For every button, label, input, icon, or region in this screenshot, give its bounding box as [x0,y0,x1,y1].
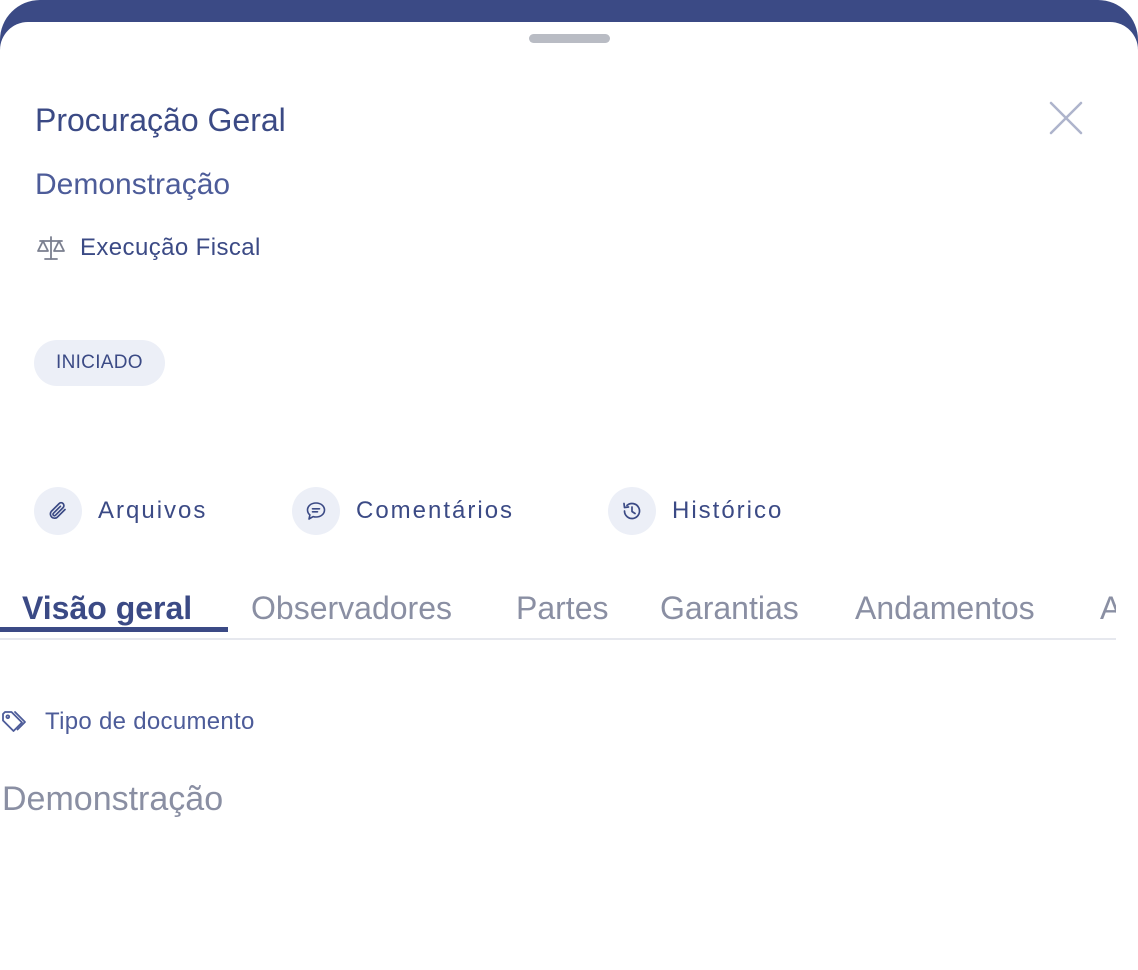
files-button[interactable]: Arquivos [34,486,207,536]
tab-garantias[interactable]: Garantias [660,580,799,636]
document-type-label: Tipo de documento [45,708,255,735]
page-subtitle: Demonstração [35,168,231,201]
history-icon [623,502,641,520]
page-title: Procuração Geral [35,102,286,138]
process-type-label: Execução Fiscal [80,234,261,261]
paperclip-icon [49,501,66,520]
comments-button[interactable]: Comentários [292,486,514,536]
close-icon [1049,101,1083,135]
drag-handle[interactable] [529,34,610,43]
history-button[interactable]: Histórico [608,486,783,536]
tab-andamentos[interactable]: Andamentos [855,580,1035,636]
scales-icon [37,236,65,260]
actions-row: Arquivos Comentários Histórico [0,486,1138,536]
tab-overflow[interactable]: A [1100,580,1116,636]
document-type-field: Tipo de documento [0,706,255,738]
tag-icon [2,711,26,732]
process-type: Execução Fiscal [35,232,261,264]
tab-observadores[interactable]: Observadores [251,580,452,636]
files-label: Arquivos [98,497,208,524]
comment-icon [306,502,326,520]
tab-partes[interactable]: Partes [516,580,608,636]
history-label: Histórico [672,497,784,524]
close-button[interactable] [1044,96,1088,140]
status-badge: INICIADO [34,340,165,386]
document-type-value: Demonstração [2,780,224,818]
comments-label: Comentários [356,497,515,524]
active-tab-indicator [0,627,228,632]
